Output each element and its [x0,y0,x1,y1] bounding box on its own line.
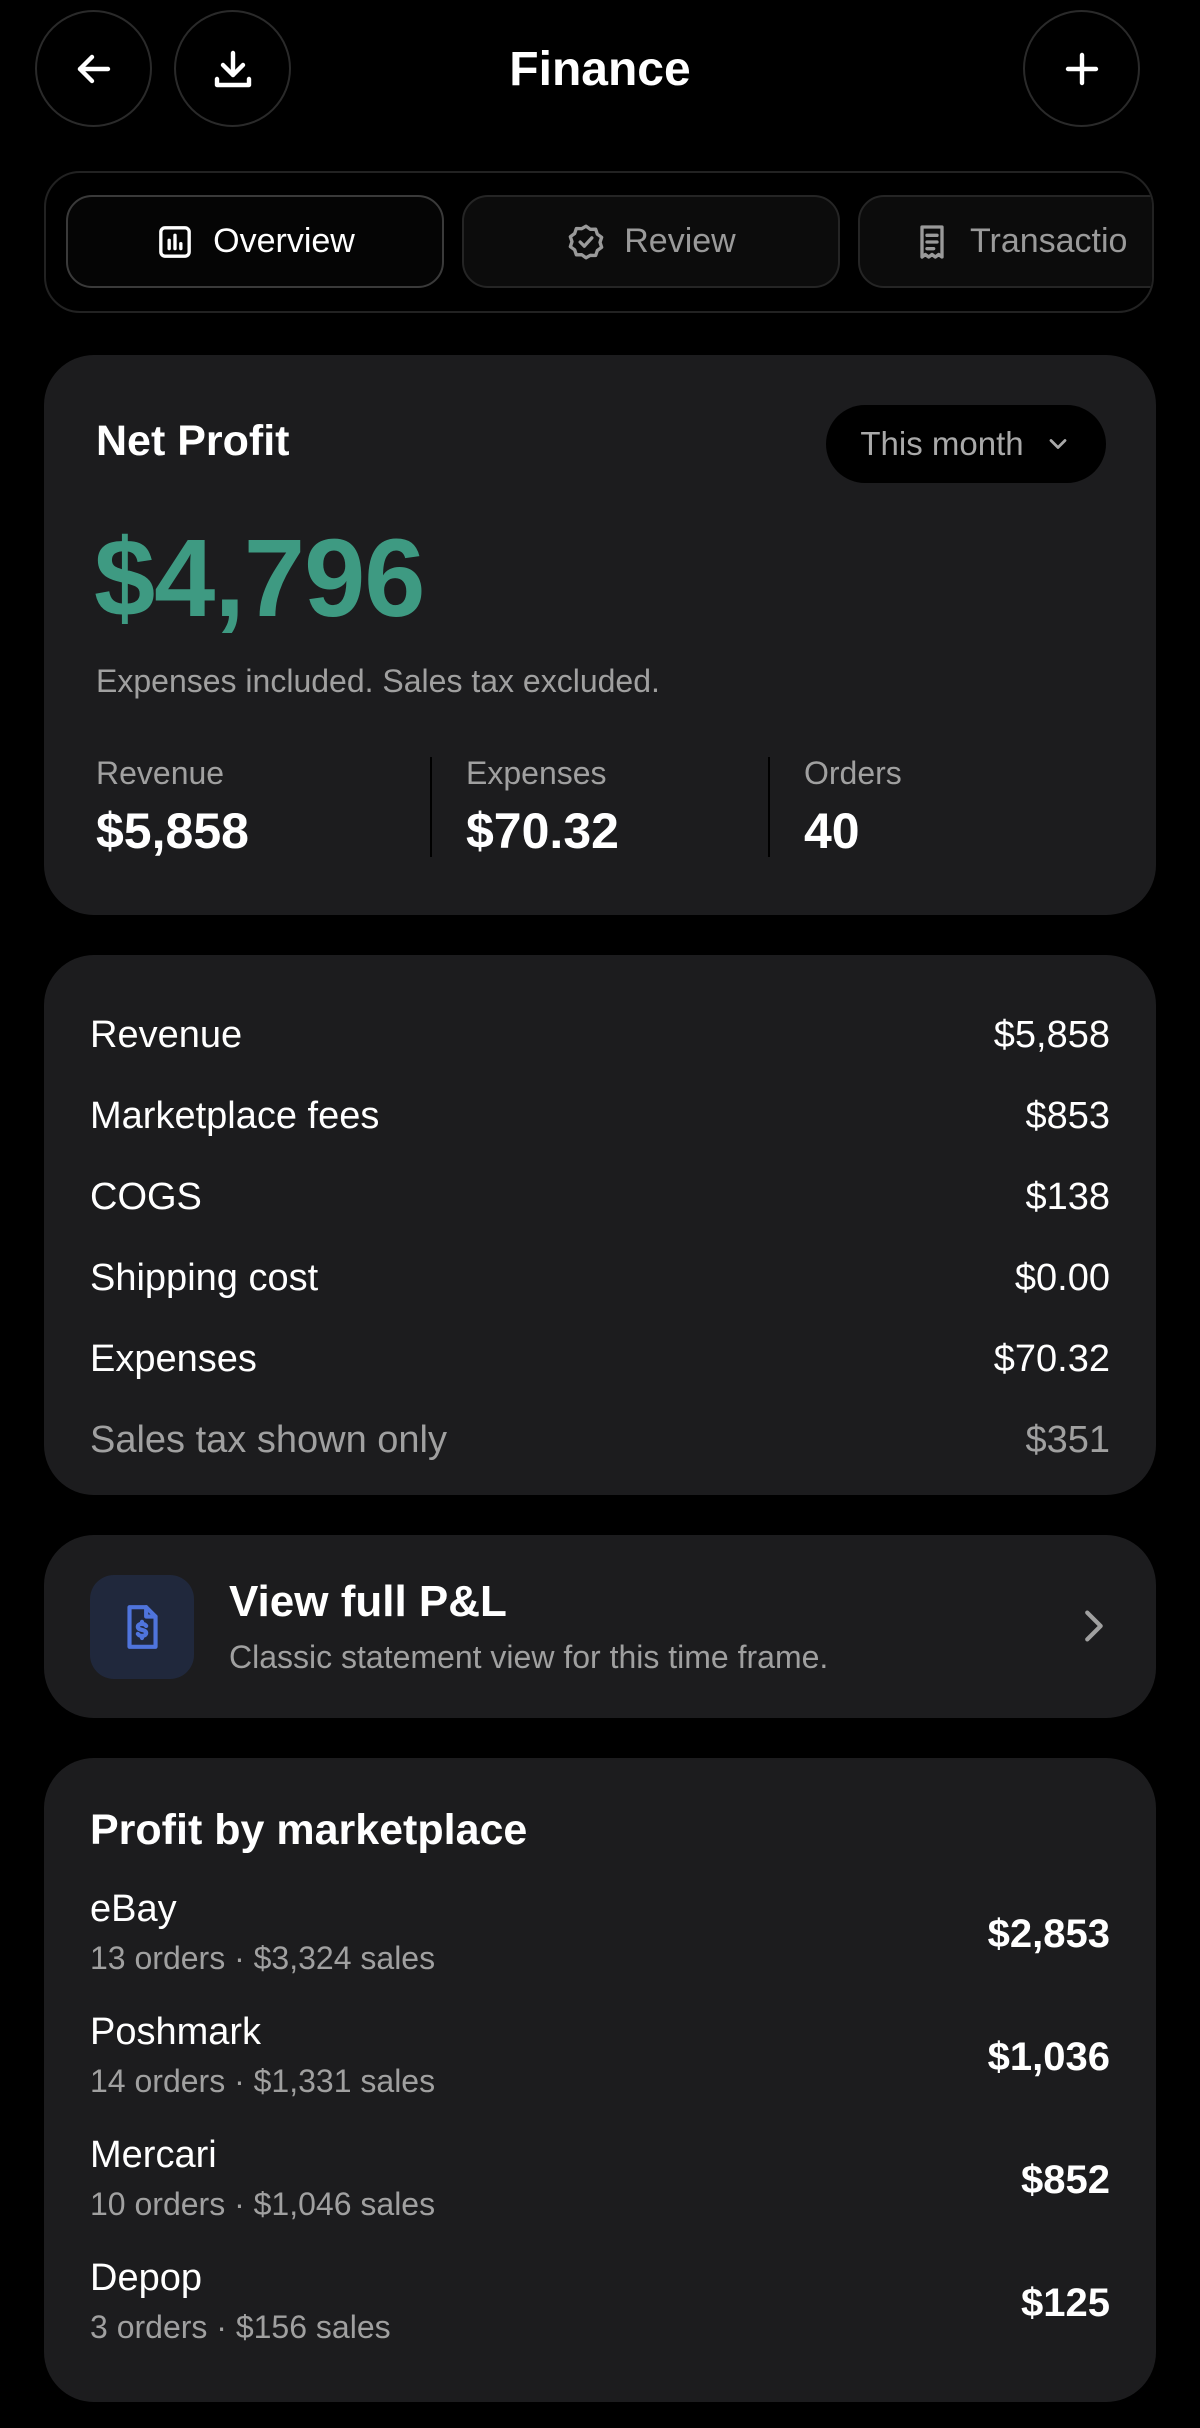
receipt-icon [920,224,944,259]
tab-transactions[interactable]: Transactio [858,195,1152,288]
row-label: Marketplace fees [90,1094,380,1137]
tab-review[interactable]: Review [462,195,840,288]
row-value: $138 [1025,1175,1110,1218]
profit-by-marketplace-card: Profit by marketplace eBay 13 orders · $… [44,1758,1156,2402]
pl-title: View full P&L [229,1577,507,1626]
breakdown-row-expenses: Expenses $70.32 [90,1329,1110,1389]
divider [768,757,770,857]
row-value: $70.32 [993,1337,1110,1380]
period-label: This month [860,425,1024,462]
pl-subtitle: Classic statement view for this time fra… [229,1639,829,1675]
row-label: Shipping cost [90,1256,319,1299]
breakdown-row-revenue: Revenue $5,858 [90,1005,1110,1065]
marketplace-row-mercari[interactable]: Mercari 10 orders · $1,046 sales $852 [90,2134,1110,2234]
stat-label: Expenses [466,755,607,791]
tab-bar: Overview Review Transactio [44,171,1154,313]
period-dropdown[interactable]: This month [826,405,1106,483]
marketplace-profit: $852 [1021,2158,1110,2202]
breakdown-row-cogs: COGS $138 [90,1167,1110,1227]
net-profit-card: Net Profit This month $4,796 Expenses in… [44,355,1156,915]
badge-check-icon [568,224,604,259]
view-full-pl-card[interactable]: View full P&L Classic statement view for… [44,1535,1156,1718]
plus-icon [1065,52,1098,85]
breakdown-card: Revenue $5,858 Marketplace fees $853 COG… [44,955,1156,1495]
stat-orders: Orders 40 [804,755,902,860]
marketplace-profit: $1,036 [987,2035,1110,2079]
stat-value: 40 [804,803,860,859]
tab-overview[interactable]: Overview [66,195,444,288]
tab-label: Overview [213,222,355,260]
row-label: Sales tax shown only [90,1418,447,1461]
stat-label: Orders [804,755,902,791]
marketplace-sub: 3 orders · $156 sales [90,2309,391,2345]
net-profit-value: $4,796 [94,517,425,640]
row-value: $351 [1025,1418,1110,1461]
stat-value: $70.32 [466,803,619,859]
net-profit-note: Expenses included. Sales tax excluded. [96,663,660,699]
row-value: $5,858 [993,1013,1110,1056]
add-button[interactable] [1023,10,1140,127]
bar-chart-icon [159,225,191,258]
chevron-down-icon [1049,439,1067,449]
marketplace-row-poshmark[interactable]: Poshmark 14 orders · $1,331 sales $1,036 [90,2011,1110,2111]
net-profit-title: Net Profit [96,417,290,465]
row-value: $0.00 [1014,1256,1110,1299]
marketplace-row-ebay[interactable]: eBay 13 orders · $3,324 sales $2,853 [90,1888,1110,1988]
stat-revenue: Revenue $5,858 [96,755,249,860]
breakdown-row-fees: Marketplace fees $853 [90,1086,1110,1146]
divider [430,757,432,857]
marketplace-sub: 10 orders · $1,046 sales [90,2186,436,2222]
tab-label: Transactio [970,222,1128,260]
stat-expenses: Expenses $70.32 [466,755,619,860]
page-title: Finance [509,43,691,96]
row-label: Revenue [90,1013,243,1056]
row-label: COGS [90,1175,202,1218]
stat-label: Revenue [96,755,225,791]
stat-value: $5,858 [96,803,249,859]
marketplace-title: Profit by marketplace [90,1806,528,1854]
breakdown-row-sales-tax: Sales tax shown only $351 [90,1410,1110,1470]
tab-label: Review [624,222,736,260]
marketplace-profit: $125 [1021,2281,1110,2325]
marketplace-name: Poshmark [90,2011,262,2053]
marketplace-sub: 13 orders · $3,324 sales [90,1940,436,1976]
document-dollar-icon [90,1575,194,1679]
breakdown-row-shipping: Shipping cost $0.00 [90,1248,1110,1308]
marketplace-name: Mercari [90,2134,217,2176]
marketplace-name: eBay [90,1888,177,1930]
marketplace-profit: $2,853 [987,1912,1110,1956]
chevron-right-icon [1085,1610,1103,1642]
marketplace-name: Depop [90,2257,202,2299]
marketplace-row-depop[interactable]: Depop 3 orders · $156 sales $125 [90,2257,1110,2357]
marketplace-sub: 14 orders · $1,331 sales [90,2063,436,2099]
row-label: Expenses [90,1337,257,1380]
row-value: $853 [1025,1094,1110,1137]
